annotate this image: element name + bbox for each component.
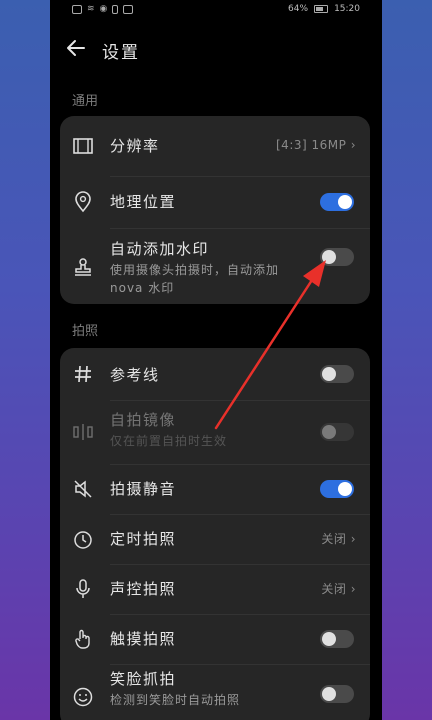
- setting-label: 参考线: [110, 366, 160, 384]
- setting-location[interactable]: 地理位置: [60, 176, 370, 228]
- setting-smile-capture[interactable]: 笑脸抓拍 检测到笑脸时自动拍照: [60, 664, 370, 720]
- setting-value: [4:3] 16MP ›: [276, 138, 356, 152]
- arrow-left-icon[interactable]: [64, 36, 88, 60]
- toggle-knob: [338, 482, 352, 496]
- toggle-knob: [322, 250, 336, 264]
- wifi-icon: ≋: [87, 4, 95, 14]
- sim-icon: [72, 4, 82, 14]
- location-toggle[interactable]: [320, 193, 354, 211]
- setting-label: 拍摄静音: [110, 480, 177, 498]
- setting-resolution[interactable]: 分辨率 [4:3] 16MP ›: [60, 116, 370, 176]
- stamp-icon: [75, 258, 91, 276]
- section-label-photo: 拍照: [72, 324, 99, 339]
- chevron-right-icon: ›: [350, 582, 356, 596]
- microphone-icon: [76, 579, 90, 598]
- setting-grid-lines[interactable]: 参考线: [60, 348, 370, 400]
- setting-value: 关闭 ›: [321, 582, 356, 596]
- chevron-right-icon: ›: [350, 532, 356, 546]
- setting-selfie-mirror: 自拍镜像 仅在前置自拍时生效: [60, 400, 370, 464]
- watermark-toggle[interactable]: [320, 248, 354, 266]
- setting-watermark[interactable]: 自动添加水印 使用摄像头拍摄时，自动添加 nova 水印: [60, 228, 370, 304]
- status-bar: ≋ ◉ 64% 15:20: [50, 0, 382, 20]
- setting-touch-shutter[interactable]: 触摸拍照: [60, 614, 370, 664]
- page-title: 设置: [102, 43, 140, 63]
- general-card: 分辨率 [4:3] 16MP › 地理位置 自动添加水印 使用摄像头拍摄时，自动…: [60, 116, 370, 304]
- setting-label: 地理位置: [110, 193, 177, 211]
- battery-icon: [314, 5, 329, 13]
- setting-voice-shutter[interactable]: 声控拍照 关闭 ›: [60, 564, 370, 614]
- battery-percent: 64%: [288, 4, 309, 14]
- setting-label: 笑脸抓拍: [110, 670, 177, 688]
- mute-icon: [74, 480, 92, 498]
- touch-shutter-toggle[interactable]: [320, 630, 354, 648]
- eye-icon: ◉: [99, 4, 108, 14]
- mute-shutter-toggle[interactable]: [320, 480, 354, 498]
- touch-hand-icon: [75, 629, 90, 649]
- toggle-knob: [322, 687, 336, 701]
- app-header: 设置: [50, 28, 382, 72]
- phone-screen: ≋ ◉ 64% 15:20 设置 通用 分辨率 [4:3] 16MP › 地理位…: [50, 0, 382, 720]
- toggle-knob: [322, 425, 336, 439]
- chevron-right-icon: ›: [350, 138, 356, 152]
- clock: 15:20: [334, 4, 360, 14]
- photo-card: 参考线 自拍镜像 仅在前置自拍时生效 拍摄静音 定时拍照 关闭 › 声控拍照 关…: [60, 348, 370, 720]
- setting-label: 声控拍照: [110, 580, 177, 598]
- storage-icon: [123, 4, 134, 14]
- location-pin-icon: [75, 191, 91, 213]
- toggle-knob: [338, 195, 352, 209]
- setting-description: 使用摄像头拍摄时，自动添加 nova 水印: [110, 263, 280, 295]
- setting-label: 自拍镜像: [110, 411, 177, 429]
- setting-mute-shutter[interactable]: 拍摄静音: [60, 464, 370, 514]
- resolution-icon: [73, 138, 93, 154]
- notification-icon: [112, 4, 119, 14]
- setting-label: 触摸拍照: [110, 630, 177, 648]
- smile-capture-toggle[interactable]: [320, 685, 354, 703]
- setting-description: 仅在前置自拍时生效: [110, 434, 228, 448]
- timer-icon: [74, 531, 92, 549]
- grid-lines-toggle[interactable]: [320, 365, 354, 383]
- toggle-knob: [322, 632, 336, 646]
- toggle-knob: [322, 367, 336, 381]
- setting-label: 分辨率: [110, 137, 160, 155]
- hash-grid-icon: [75, 365, 91, 383]
- setting-label: 自动添加水印: [110, 240, 210, 258]
- selfie-mirror-toggle: [320, 423, 354, 441]
- setting-value: 关闭 ›: [321, 532, 356, 546]
- setting-timer[interactable]: 定时拍照 关闭 ›: [60, 514, 370, 564]
- setting-label: 定时拍照: [110, 530, 177, 548]
- mirror-icon: [73, 424, 93, 440]
- section-label-general: 通用: [72, 94, 99, 109]
- smile-icon: [73, 687, 93, 707]
- setting-description: 检测到笑脸时自动拍照: [110, 693, 241, 707]
